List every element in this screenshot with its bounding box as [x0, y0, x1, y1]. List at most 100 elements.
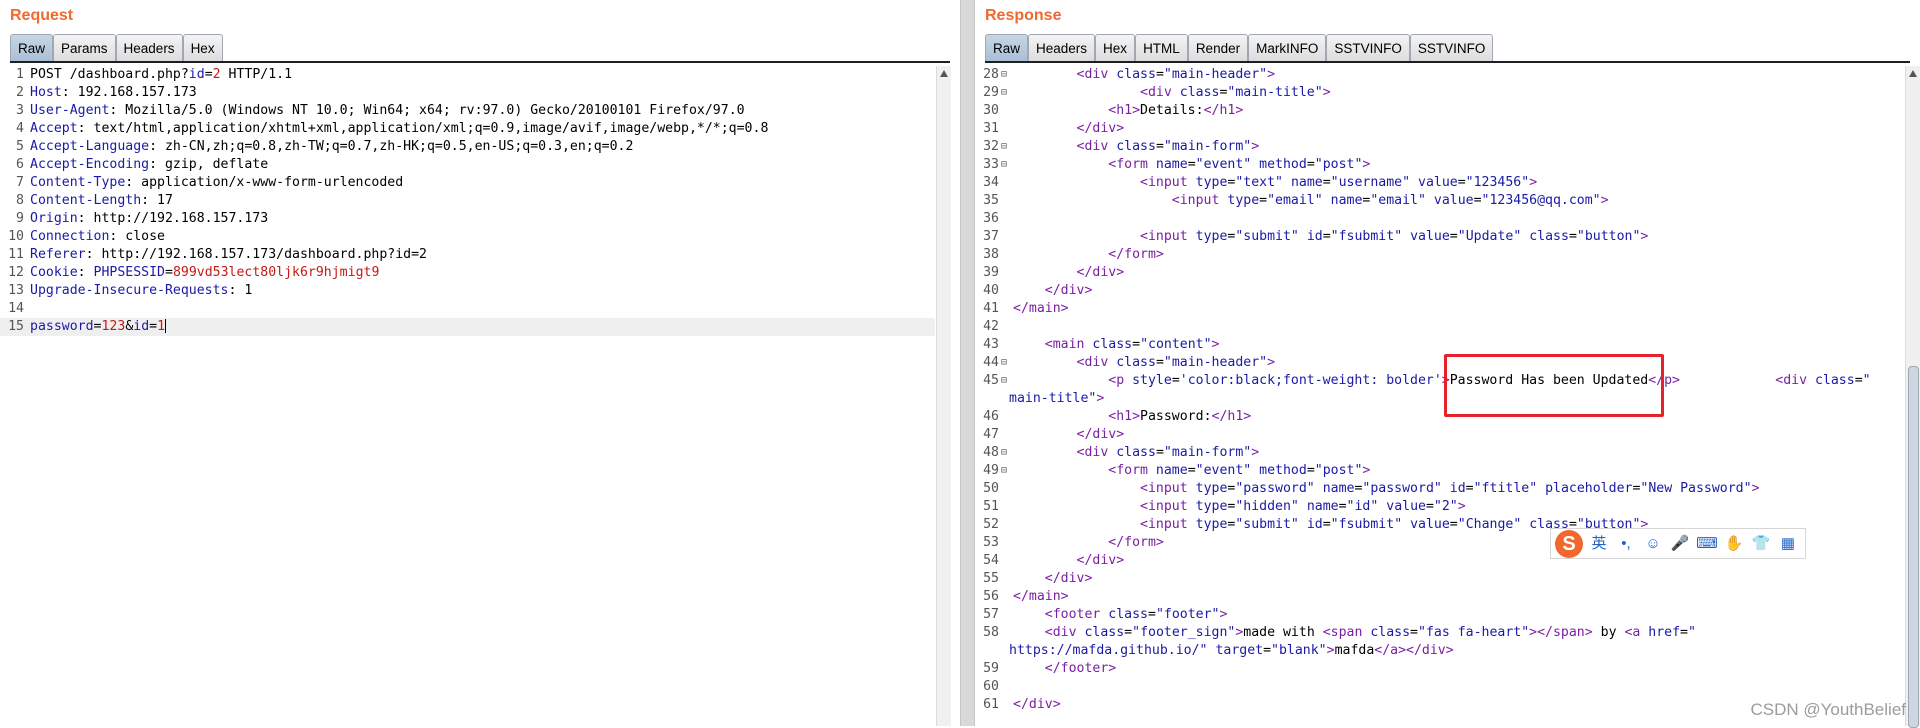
- tab-raw[interactable]: Raw: [10, 34, 54, 61]
- keyboard-icon[interactable]: ⌨: [1696, 533, 1718, 555]
- code-line-wrap[interactable]: https://mafda.github.io/" target="blank"…: [975, 642, 1905, 660]
- code-line[interactable]: 11 Referer: http://192.168.157.173/dashbo…: [0, 246, 935, 264]
- code-line[interactable]: 59 </footer>: [975, 660, 1905, 678]
- tab-raw[interactable]: Raw: [985, 34, 1029, 61]
- ime-lang-icon[interactable]: 英: [1588, 533, 1610, 555]
- code-line[interactable]: 40 </div>: [975, 282, 1905, 300]
- code-line[interactable]: 38 </form>: [975, 246, 1905, 264]
- code-line[interactable]: 51 <input type="hidden" name="id" value=…: [975, 498, 1905, 516]
- fold-toggle-icon[interactable]: ⊟: [1001, 462, 1013, 480]
- fold-toggle-icon[interactable]: ⊟: [1001, 156, 1013, 174]
- code-token: >: [1211, 337, 1220, 352]
- code-line[interactable]: 37 <input type="submit" id="fsubmit" val…: [975, 228, 1905, 246]
- code-token: Accept-Encoding: [30, 157, 150, 172]
- code-line[interactable]: 47 </div>: [975, 426, 1905, 444]
- code-line[interactable]: 50 <input type="password" name="password…: [975, 480, 1905, 498]
- code-line[interactable]: 8 Content-Length: 17: [0, 192, 935, 210]
- tab-params[interactable]: Params: [53, 34, 116, 61]
- sogou-logo-icon[interactable]: S: [1555, 529, 1583, 558]
- tab-headers[interactable]: Headers: [1028, 34, 1096, 61]
- fold-toggle-icon[interactable]: ⊟: [1001, 84, 1013, 102]
- code-line[interactable]: 6 Accept-Encoding: gzip, deflate: [0, 156, 935, 174]
- code-line[interactable]: 5 Accept-Language: zh-CN,zh;q=0.8,zh-TW;q…: [0, 138, 935, 156]
- code-line[interactable]: 14: [0, 300, 935, 318]
- request-scrollbar[interactable]: [936, 66, 951, 726]
- code-line[interactable]: 55 </div>: [975, 570, 1905, 588]
- hand-icon[interactable]: ✋: [1723, 533, 1745, 555]
- code-line[interactable]: 56 </main>: [975, 588, 1905, 606]
- grid-icon[interactable]: ▦: [1777, 533, 1799, 555]
- code-line[interactable]: 58 <div class="footer_sign">made with <s…: [975, 624, 1905, 642]
- code-line[interactable]: 7 Content-Type: application/x-www-form-ur…: [0, 174, 935, 192]
- code-line[interactable]: 41 </main>: [975, 300, 1905, 318]
- emoji-icon[interactable]: ☺: [1642, 533, 1664, 555]
- code-line[interactable]: 12 Cookie: PHPSESSID=899vd53lect80ljk6r9h…: [0, 264, 935, 282]
- code-token: =: [1322, 229, 1331, 244]
- response-scrollbar[interactable]: [1905, 66, 1920, 728]
- code-line[interactable]: 36: [975, 210, 1905, 228]
- fold-toggle-icon[interactable]: ⊟: [1001, 444, 1013, 462]
- code-line[interactable]: 34 <input type="text" name="username" va…: [975, 174, 1905, 192]
- code-line[interactable]: 43 <main class="content">: [975, 336, 1905, 354]
- code-line[interactable]: 60: [975, 678, 1905, 696]
- line-number: 13: [8, 283, 24, 298]
- response-editor[interactable]: 28 ⊟ <div class="main-header"> 29 ⊟ <div cl…: [975, 66, 1905, 726]
- code-line[interactable]: 45 ⊟ <p style='color:black;font-weight: b…: [975, 372, 1905, 390]
- code-line[interactable]: 46 <h1>Password:</h1>: [975, 408, 1905, 426]
- shirt-icon[interactable]: 👕: [1750, 533, 1772, 555]
- code-line[interactable]: 31 </div>: [975, 120, 1905, 138]
- code-line[interactable]: 10 Connection: close: [0, 228, 935, 246]
- code-line[interactable]: 32 ⊟ <div class="main-form">: [975, 138, 1905, 156]
- code-line[interactable]: 1 POST /dashboard.php?id=2 HTTP/1.1: [0, 66, 935, 84]
- code-line[interactable]: 49 ⊟ <form name="event" method="post">: [975, 462, 1905, 480]
- code-line[interactable]: 44 ⊟ <div class="main-header">: [975, 354, 1905, 372]
- code-token: =: [165, 265, 173, 280]
- code-token: =: [1457, 175, 1466, 190]
- code-token: password: [30, 319, 94, 334]
- punctuation-icon[interactable]: •,: [1615, 533, 1637, 555]
- ime-toolbar[interactable]: S 英 •, ☺ 🎤 ⌨ ✋ 👕 ▦: [1550, 528, 1806, 559]
- code-line[interactable]: 35 <input type="email" name="email" valu…: [975, 192, 1905, 210]
- line-number: 37: [983, 229, 999, 244]
- code-token: type: [1227, 193, 1260, 208]
- tab-hex[interactable]: Hex: [1095, 34, 1136, 61]
- code-line[interactable]: 13 Upgrade-Insecure-Requests: 1: [0, 282, 935, 300]
- code-line[interactable]: 39 </div>: [975, 264, 1905, 282]
- code-line[interactable]: 42: [975, 318, 1905, 336]
- code-text: </form>: [1013, 247, 1164, 262]
- line-number: 48: [983, 445, 999, 460]
- code-line[interactable]: 29 ⊟ <div class="main-title">: [975, 84, 1905, 102]
- tab-headers[interactable]: Headers: [115, 34, 183, 61]
- scroll-up-icon[interactable]: [940, 70, 948, 77]
- code-line[interactable]: 30 <h1>Details:</h1>: [975, 102, 1905, 120]
- code-line[interactable]: 4 Accept: text/html,application/xhtml+xml…: [0, 120, 935, 138]
- scroll-thumb[interactable]: [1908, 366, 1919, 728]
- microphone-icon[interactable]: 🎤: [1669, 533, 1691, 555]
- fold-toggle-icon[interactable]: ⊟: [1001, 138, 1013, 156]
- tab-hex[interactable]: Hex: [182, 34, 223, 61]
- code-token: value: [1433, 193, 1474, 208]
- tab-sstvinfo[interactable]: SSTVINFO: [1326, 34, 1410, 61]
- fold-toggle-icon[interactable]: ⊟: [1001, 354, 1013, 372]
- code-line[interactable]: 48 ⊟ <div class="main-form">: [975, 444, 1905, 462]
- code-line[interactable]: 28 ⊟ <div class="main-header">: [975, 66, 1905, 84]
- fold-toggle-icon[interactable]: ⊟: [1001, 66, 1013, 84]
- code-text: Content-Type: application/x-www-form-url…: [30, 175, 403, 190]
- scroll-up-icon[interactable]: [1909, 70, 1917, 77]
- code-line[interactable]: 33 ⊟ <form name="event" method="post">: [975, 156, 1905, 174]
- tab-html[interactable]: HTML: [1135, 34, 1188, 61]
- code-line[interactable]: 3 User-Agent: Mozilla/5.0 (Windows NT 10.…: [0, 102, 935, 120]
- code-line-wrap[interactable]: main-title">: [975, 390, 1905, 408]
- fold-toggle-icon[interactable]: ⊟: [1001, 372, 1013, 390]
- pane-divider[interactable]: [960, 0, 975, 726]
- request-editor[interactable]: 1 POST /dashboard.php?id=2 HTTP/1.1 2 Host:…: [0, 66, 935, 726]
- code-line[interactable]: 57 <footer class="footer">: [975, 606, 1905, 624]
- code-line[interactable]: 2 Host: 192.168.157.173: [0, 84, 935, 102]
- tab-markinfo[interactable]: MarkINFO: [1248, 34, 1327, 61]
- code-line[interactable]: 9 Origin: http://192.168.157.173: [0, 210, 935, 228]
- tab-render[interactable]: Render: [1187, 34, 1249, 61]
- tab-sstvinfo[interactable]: SSTVINFO: [1409, 34, 1494, 61]
- code-line[interactable]: 15 password=123&id=1: [0, 318, 935, 336]
